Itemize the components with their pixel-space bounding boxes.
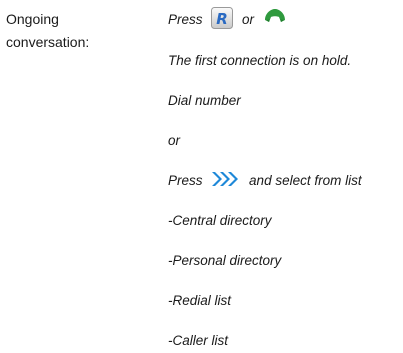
step-press-forward: Press and select from list <box>168 169 362 193</box>
condition-label: Ongoing conversation: <box>6 8 156 54</box>
r-key-icon: R <box>211 7 234 30</box>
or-text: or <box>242 12 255 27</box>
condition-label-line1: Ongoing <box>6 11 59 27</box>
forward-arrows-icon <box>212 172 239 187</box>
phone-handset-icon <box>264 9 285 23</box>
select-text: and select from list <box>249 173 362 188</box>
list-caller: -Caller list <box>168 333 229 348</box>
step-hold-note: The first connection is on hold. <box>168 53 352 68</box>
list-personal-directory: -Personal directory <box>168 253 282 268</box>
step-press-r-or-phone: Press R or <box>168 7 287 32</box>
list-central-directory: -Central directory <box>168 213 272 228</box>
step-dial-number: Dial number <box>168 93 241 108</box>
step-or: or <box>168 133 181 148</box>
r-key-label: R <box>217 10 229 28</box>
list-redial: -Redial list <box>168 293 232 308</box>
condition-label-line2: conversation: <box>6 34 90 50</box>
press-text-2: Press <box>168 173 203 188</box>
press-text: Press <box>168 12 203 27</box>
